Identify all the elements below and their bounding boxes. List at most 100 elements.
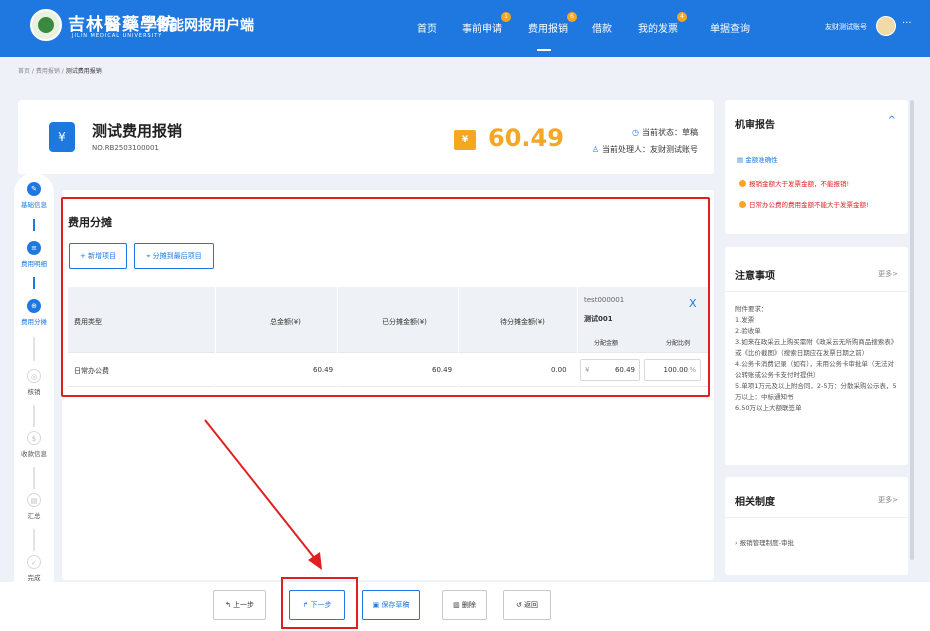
col-header-pending: 待分摊金额(¥) — [500, 318, 545, 326]
audit-title: 机审报告 — [735, 120, 775, 131]
step-payment-info[interactable]: $ 收款信息 — [14, 431, 54, 458]
step-complete[interactable]: ✓ 完成 — [14, 555, 54, 582]
collapse-icon[interactable]: ^ — [888, 115, 896, 126]
audit-item-accuracy: ▤ 金额准确性 — [737, 154, 778, 164]
note-line: 2.验收单 — [735, 327, 761, 335]
clock-icon: ◷ — [632, 128, 639, 137]
warning-icon — [739, 201, 746, 208]
nav-my-invoices-label: 我的发票 — [638, 24, 678, 35]
allocated-amount-input[interactable]: ¥60.49 — [580, 359, 640, 381]
allocation-table: 费用类型 总金额(¥) 已分摊金额(¥) 待分摊金额(¥) test000001… — [68, 287, 709, 387]
col-header-type: 费用类型 — [74, 318, 102, 326]
scrollbar[interactable] — [910, 100, 914, 560]
step-connector — [33, 337, 35, 361]
step-label: 费用分摊 — [21, 318, 47, 326]
back-button[interactable]: ↺ 返回 — [503, 590, 551, 620]
allocation-title: 费用分摊 — [68, 216, 112, 229]
university-emblem-icon — [30, 9, 62, 41]
percent-unit: % — [689, 366, 696, 374]
notes-title: 注意事项 — [735, 271, 775, 282]
project-code: test000001 — [584, 296, 625, 304]
step-label: 费用明细 — [21, 260, 47, 268]
status-value: 草稿 — [682, 128, 698, 137]
step-basic-info[interactable]: ✎ 基础信息 — [14, 182, 54, 209]
col-divider — [337, 287, 338, 387]
delete-button[interactable]: ▥ 删除 — [442, 590, 487, 620]
document-icon: ¥ — [49, 122, 75, 152]
nav-document-query[interactable]: 单据查询 — [710, 20, 750, 35]
note-line: 3.如来在政采云上购买需附《政采云无所购商品搜索表》或《比价截图》（搜索日期应在… — [735, 338, 898, 357]
step-summary[interactable]: ▤ 汇总 — [14, 493, 54, 520]
divider — [725, 291, 908, 292]
nav-badge: 1 — [501, 12, 511, 22]
audit-warning: 报销金额大于发票金额，不能报销! — [739, 178, 849, 188]
university-logo-en: JILIN MEDICAL UNIVERSITY — [72, 33, 163, 39]
note-line: 6.50万以上大额联签单 — [735, 404, 802, 412]
next-icon: ↱ — [302, 601, 311, 609]
top-navbar: 吉林醫藥學院 JILIN MEDICAL UNIVERSITY 智能网报用户端 … — [0, 0, 930, 57]
step-write-off[interactable]: ◎ 核销 — [14, 369, 54, 396]
prev-step-label: 上一步 — [233, 601, 255, 609]
save-draft-button[interactable]: ▣ 保存草稿 — [362, 590, 420, 620]
nav-home[interactable]: 首页 — [417, 20, 437, 35]
person-icon: ♙ — [591, 145, 599, 154]
policy-item[interactable]: › 报销管理制度-审批 — [735, 537, 794, 547]
step-cost-allocation[interactable]: ⊕ 费用分摊 — [14, 299, 54, 326]
step-label: 完成 — [27, 574, 41, 582]
step-label: 收款信息 — [21, 450, 47, 458]
col-divider — [577, 287, 578, 387]
col-header-allocated: 已分摊金额(¥) — [382, 318, 427, 326]
app-title: 智能网报用户端 — [156, 18, 254, 34]
policy-item-label: 报销管理制度-审批 — [739, 539, 795, 547]
col-divider — [215, 287, 216, 387]
nav-expense-reimbursement[interactable]: 费用报销 6 — [528, 12, 577, 35]
step-icon: ⊕ — [27, 299, 41, 313]
document-number: NO.RB2503100001 — [92, 144, 159, 152]
breadcrumb-expense[interactable]: 费用报销 — [36, 68, 60, 75]
remove-project-icon[interactable]: X — [689, 297, 697, 310]
allocate-to-last-label: 分摊到最后项目 — [152, 252, 202, 260]
current-handler: ♙ 当前处理人：友财测试账号 — [592, 144, 698, 155]
cell-allocated: 60.49 — [432, 366, 453, 374]
notes-more-link[interactable]: 更多> — [878, 269, 898, 279]
cell-total: 60.49 — [313, 366, 334, 374]
note-line: 1.发票 — [735, 316, 755, 324]
return-icon: ↺ — [515, 601, 525, 609]
nav-loan-label: 借款 — [592, 24, 612, 35]
policy-card: 相关制度 更多> › 报销管理制度-审批 — [725, 477, 908, 575]
handler-label: 当前处理人： — [602, 145, 650, 154]
user-avatar[interactable] — [876, 16, 896, 36]
col-divider — [458, 287, 459, 387]
allocation-ratio-input[interactable]: 100.00% — [644, 359, 701, 381]
more-icon[interactable]: ··· — [902, 18, 912, 29]
allocate-to-last-button[interactable]: ⌖ 分摊到最后项目 — [134, 243, 214, 269]
add-project-button[interactable]: + 新增项目 — [69, 243, 127, 269]
note-line: 5.单项1万元及以上附合同，2-5万：分散采购公示表，5万以上：中标通知书 — [735, 382, 897, 401]
step-label: 汇总 — [27, 512, 41, 520]
save-draft-label: 保存草稿 — [381, 601, 410, 609]
step-navigator: ✎ 基础信息 ≡ 费用明细 ⊕ 费用分摊 ◎ 核销 $ 收款信息 ▤ 汇总 ✓ 完成 — [14, 173, 54, 607]
nav-badge: 4 — [677, 12, 687, 22]
step-icon: $ — [27, 431, 41, 445]
step-label: 核销 — [27, 388, 41, 396]
step-icon: ≡ — [27, 241, 41, 255]
col-header-ratio: 分配比例 — [666, 340, 691, 347]
note-line: 附件要求： — [735, 305, 768, 313]
total-amount: 60.49 — [488, 124, 564, 152]
nav-my-invoices[interactable]: 我的发票 4 — [638, 12, 687, 35]
trash-icon: ▥ — [453, 601, 462, 609]
allocated-amount-value: 60.49 — [614, 366, 635, 374]
prev-step-button[interactable]: ↰ 上一步 — [213, 590, 266, 620]
breadcrumb: 首页 / 费用报销 / 测试费用报销 — [18, 68, 102, 75]
handler-value: 友财测试账号 — [650, 145, 698, 154]
account-name[interactable]: 友财测试账号 — [825, 22, 867, 32]
step-icon: ◎ — [27, 369, 41, 383]
policy-more-link[interactable]: 更多> — [878, 495, 898, 505]
status-label: 当前状态： — [642, 128, 682, 137]
step-expense-details[interactable]: ≡ 费用明细 — [14, 241, 54, 268]
next-step-button[interactable]: ↱ 下一步 — [289, 590, 345, 620]
breadcrumb-home[interactable]: 首页 — [18, 68, 30, 75]
audit-warning-text: 日常办公费的费用金额不能大于发票金额! — [749, 201, 869, 209]
nav-loan[interactable]: 借款 — [592, 20, 612, 35]
nav-pre-application[interactable]: 事前申请 1 — [462, 12, 511, 35]
